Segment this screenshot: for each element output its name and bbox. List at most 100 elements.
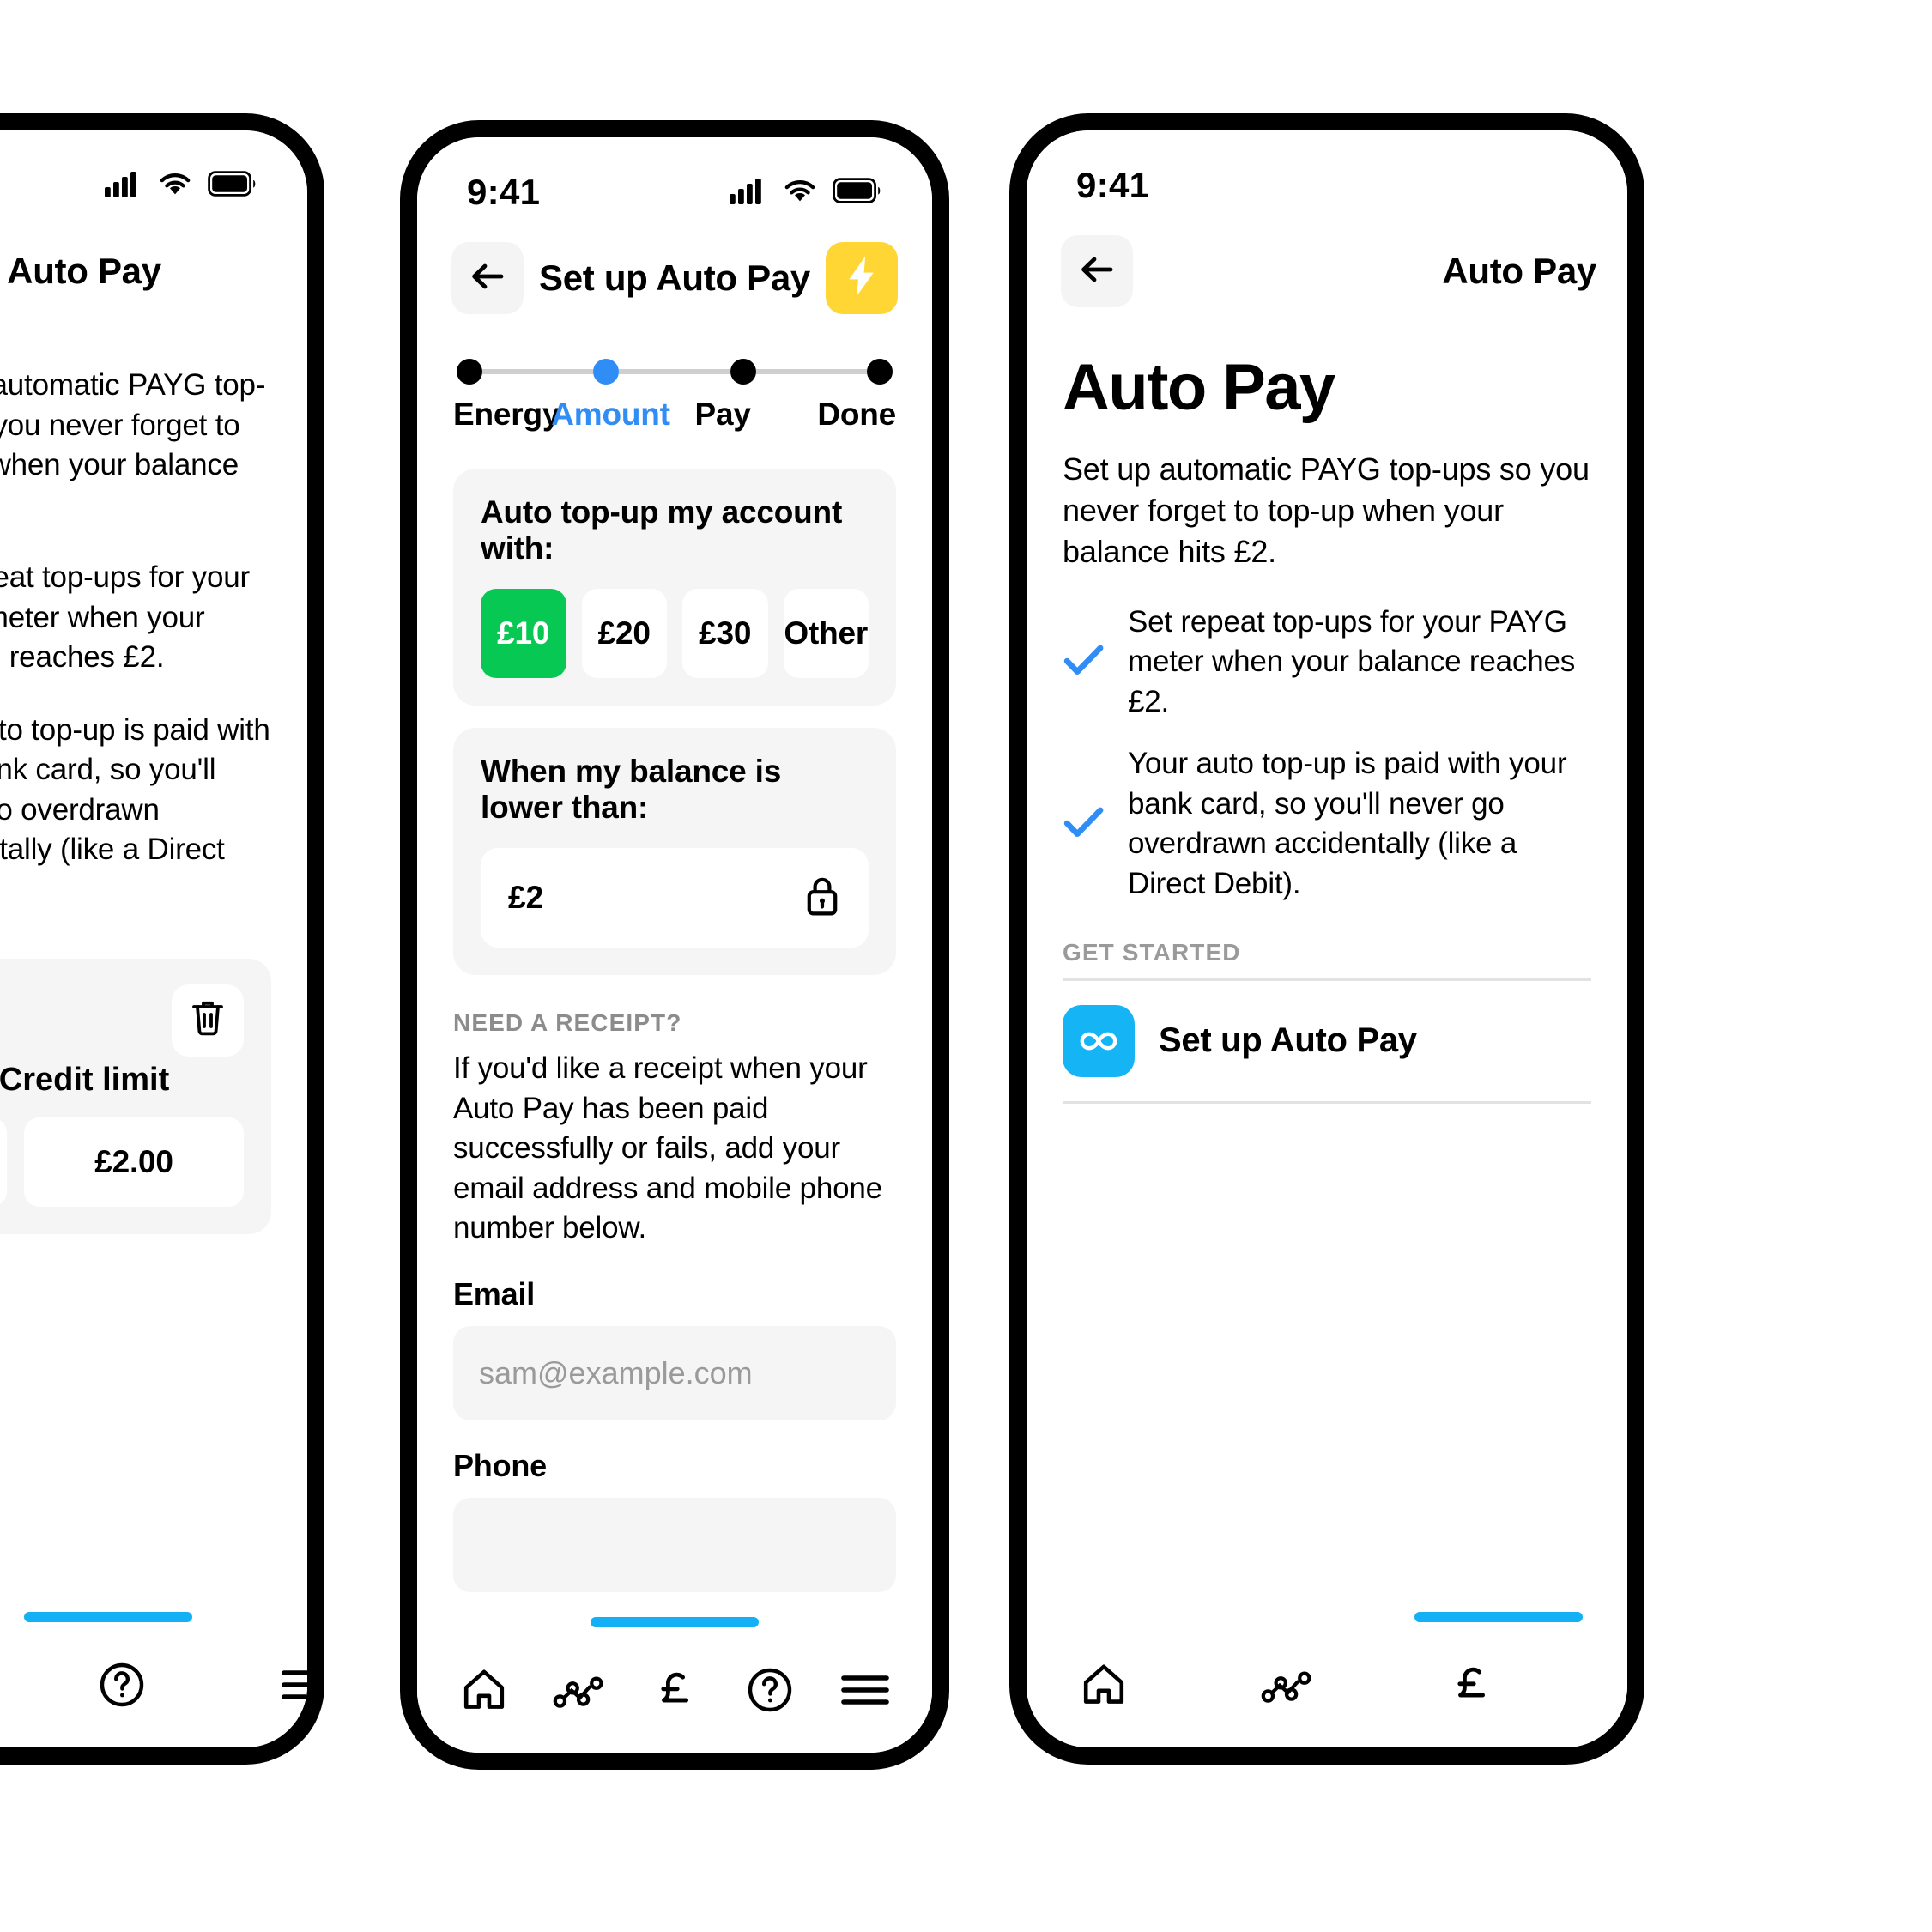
topup-option-row: £10 £20 £30 Other <box>481 589 869 678</box>
cellular-icon <box>730 177 767 209</box>
progress-stepper: Energy Amount Pay Done <box>417 326 932 433</box>
step-dot-done[interactable] <box>866 359 893 385</box>
back-button-right[interactable] <box>1061 235 1133 307</box>
home-indicator-left <box>24 1612 192 1622</box>
phone-right: 9:41 Auto Pay Auto Pay Set up automatic … <box>1009 113 1644 1765</box>
topup-option-20[interactable]: £20 <box>581 589 667 678</box>
check-icon <box>1063 643 1105 681</box>
lock-icon <box>803 874 841 923</box>
left-paragraph-2: Set repeat top-ups for your PAYG meter w… <box>0 560 250 675</box>
tab-usage-right[interactable] <box>1248 1645 1327 1724</box>
infinity-icon <box>1063 1004 1135 1077</box>
topup-amount-card: Auto top-up my account with: £10 £20 £30… <box>453 469 896 706</box>
tab-menu-left[interactable] <box>266 1645 307 1724</box>
wifi-icon <box>156 170 194 202</box>
nav-bar-mid: Set up Auto Pay <box>417 216 932 326</box>
back-arrow-icon <box>467 259 508 298</box>
cellular-icon <box>105 170 142 202</box>
benefit-item: Your auto top-up is paid with your bank … <box>1063 744 1591 904</box>
receipt-section: NEED A RECEIPT? If you'd like a receipt … <box>417 997 932 1592</box>
battery-icon <box>833 177 882 208</box>
check-icon <box>1063 805 1105 844</box>
tab-bar-mid <box>417 1627 932 1753</box>
bolt-icon <box>845 255 878 302</box>
benefit-text: Set repeat top-ups for your PAYG meter w… <box>1128 604 1576 718</box>
step-label-done: Done <box>817 397 897 432</box>
status-indicators-left <box>105 170 257 202</box>
tab-balance-right[interactable] <box>1432 1645 1511 1724</box>
step-dot-pay[interactable] <box>730 359 756 385</box>
page-title-right: Auto Pay <box>1063 351 1335 424</box>
phone-middle: 9:41 Set up Auto Pay Energy Amount Pay D… <box>400 120 949 1770</box>
home-indicator-mid <box>591 1617 759 1627</box>
topup-option-30[interactable]: £30 <box>682 589 768 678</box>
email-label: Email <box>453 1275 536 1311</box>
threshold-value: £2 <box>508 880 544 915</box>
tab-home-mid[interactable] <box>445 1650 524 1729</box>
tab-bar-left <box>0 1622 307 1747</box>
tab-bar-right <box>1027 1622 1627 1747</box>
step-label-energy: Energy <box>453 397 560 432</box>
battery-icon <box>208 170 257 201</box>
email-input[interactable]: sam@example.com <box>453 1325 896 1420</box>
back-arrow-icon <box>1076 252 1117 291</box>
topup-option-10[interactable]: £10 <box>481 589 566 678</box>
screenshot-canvas: Auto Pay Set up automatic PAYG top-ups s… <box>0 0 1932 1932</box>
status-indicators-mid <box>730 177 882 209</box>
balance-threshold-card: When my balance is lower than: £2 <box>453 728 896 975</box>
credit-limit-label: Credit limit <box>0 1061 170 1098</box>
nav-bar-left: Auto Pay <box>0 209 307 319</box>
phone-right-screen: 9:41 Auto Pay Auto Pay Set up automatic … <box>1027 130 1627 1747</box>
phone-label: Phone <box>453 1447 548 1483</box>
benefit-item: Set repeat top-ups for your PAYG meter w… <box>1063 603 1591 723</box>
home-indicator-wrap-left <box>0 1612 307 1622</box>
get-started-heading: GET STARTED <box>1063 938 1241 966</box>
status-time-mid: 9:41 <box>467 172 541 212</box>
trash-icon <box>189 997 227 1043</box>
tab-home-right[interactable] <box>1064 1645 1143 1724</box>
benefits-list: Set repeat top-ups for your PAYG meter w… <box>1027 573 1627 905</box>
stepper-track <box>453 359 896 385</box>
phone-left: Auto Pay Set up automatic PAYG top-ups s… <box>0 113 324 1765</box>
step-bar-2 <box>619 369 730 374</box>
phone-middle-screen: 9:41 Set up Auto Pay Energy Amount Pay D… <box>417 137 932 1753</box>
phone-input[interactable] <box>453 1497 896 1592</box>
credit-limit-value[interactable]: £2.00 <box>24 1117 244 1207</box>
status-bar-left <box>0 130 307 209</box>
home-indicator-right <box>1414 1612 1583 1622</box>
bolt-button-mid[interactable] <box>826 242 898 314</box>
status-bar-mid: 9:41 <box>417 137 932 216</box>
left-body: Set up automatic PAYG top-ups so you nev… <box>0 319 307 911</box>
back-button-mid[interactable] <box>451 242 524 314</box>
stepper-labels: Energy Amount Pay Done <box>453 397 896 433</box>
delete-button-left[interactable] <box>172 984 244 1057</box>
tab-help-left[interactable] <box>82 1645 161 1724</box>
threshold-card-title: When my balance is lower than: <box>481 754 782 825</box>
left-paragraph-1: Set up automatic PAYG top-ups so you nev… <box>0 368 266 482</box>
receipt-body: If you'd like a receipt when your Auto P… <box>453 1051 882 1245</box>
status-time-right: 9:41 <box>1076 165 1150 205</box>
nav-bar-right: Auto Pay <box>1027 209 1627 319</box>
tab-usage-mid[interactable] <box>540 1650 619 1729</box>
list-divider-bottom <box>1063 1100 1591 1104</box>
step-bar-3 <box>755 369 867 374</box>
tab-help-mid[interactable] <box>730 1650 809 1729</box>
step-dot-amount[interactable] <box>593 359 620 385</box>
phone-left-screen: Auto Pay Set up automatic PAYG top-ups s… <box>0 130 307 1747</box>
step-dot-energy[interactable] <box>457 359 482 385</box>
tab-balance-mid[interactable] <box>635 1650 714 1729</box>
home-indicator-wrap-right <box>1027 1612 1627 1622</box>
home-indicator-wrap-mid <box>417 1617 932 1627</box>
receipt-eyebrow: NEED A RECEIPT? <box>453 1009 682 1036</box>
nav-title-left: Auto Pay <box>7 251 161 291</box>
credit-limit-card: Credit limit £2.00 <box>0 958 271 1234</box>
threshold-field[interactable]: £2 <box>481 848 869 948</box>
credit-limit-option-other[interactable] <box>0 1117 7 1207</box>
step-label-amount: Amount <box>551 397 670 432</box>
topup-card-title: Auto top-up my account with: <box>481 494 843 566</box>
step-label-pay: Pay <box>694 397 751 432</box>
set-up-auto-pay-row[interactable]: Set up Auto Pay <box>1027 981 1627 1101</box>
set-up-auto-pay-label: Set up Auto Pay <box>1159 1021 1417 1060</box>
topup-option-other[interactable]: Other <box>783 589 869 678</box>
tab-menu-mid[interactable] <box>826 1650 905 1729</box>
